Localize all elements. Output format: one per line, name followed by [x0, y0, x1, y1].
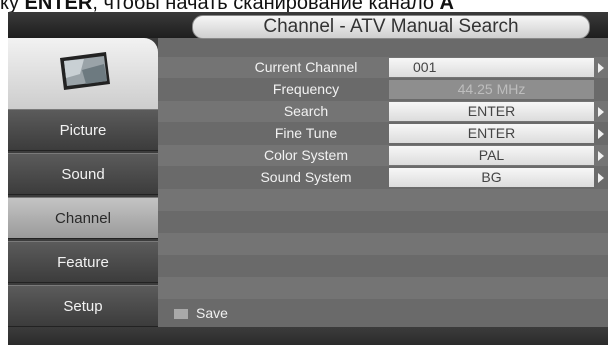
tv-osd-screen: Channel - ATV Manual Search Picture Soun… — [8, 12, 608, 345]
sidebar-item-channel[interactable]: Channel — [8, 197, 158, 239]
current-channel-row[interactable]: Current Channel 001 — [158, 57, 608, 78]
search-row[interactable]: Search ENTER — [158, 101, 608, 122]
chevron-right-icon[interactable] — [598, 129, 604, 139]
page-title: Channel - ATV Manual Search — [192, 15, 590, 39]
fine-tune-label: Fine Tune — [274, 125, 338, 141]
title-bar: Channel - ATV Manual Search — [8, 12, 608, 39]
sidebar-item-sound[interactable]: Sound — [8, 153, 158, 195]
color-system-label: Color System — [263, 147, 349, 163]
chevron-right-icon[interactable] — [598, 173, 604, 183]
current-channel-label: Current Channel — [254, 59, 358, 75]
save-square-icon — [174, 309, 188, 320]
tv-picture-icon — [60, 52, 110, 90]
chevron-right-icon[interactable] — [598, 63, 604, 73]
sound-system-value[interactable]: BG — [389, 168, 594, 187]
bottom-bar — [8, 327, 608, 345]
sidebar-header — [8, 38, 158, 109]
sidebar-item-setup[interactable]: Setup — [8, 285, 158, 327]
color-system-value[interactable]: PAL — [389, 146, 594, 165]
frequency-label: Frequency — [272, 81, 340, 97]
fine-tune-value[interactable]: ENTER — [389, 124, 594, 143]
sound-system-label: Sound System — [260, 169, 352, 185]
sidebar-item-feature[interactable]: Feature — [8, 241, 158, 283]
chevron-right-icon[interactable] — [598, 107, 604, 117]
empty-row — [158, 189, 608, 211]
save-label: Save — [196, 305, 228, 321]
color-system-row[interactable]: Color System PAL — [158, 145, 608, 166]
sidebar: Picture Sound Channel Feature Setup — [8, 38, 158, 327]
search-label: Search — [283, 103, 329, 119]
settings-panel: Current Channel 001 Frequency 44.25 MHz … — [158, 38, 608, 327]
search-value[interactable]: ENTER — [389, 102, 594, 121]
chevron-right-icon[interactable] — [598, 151, 604, 161]
sidebar-item-picture[interactable]: Picture — [8, 109, 158, 151]
empty-row — [158, 233, 608, 255]
sound-system-row[interactable]: Sound System BG — [158, 167, 608, 188]
frequency-value: 44.25 MHz — [389, 80, 594, 99]
frequency-row: Frequency 44.25 MHz — [158, 79, 608, 100]
current-channel-value[interactable]: 001 — [389, 58, 594, 77]
save-button[interactable]: Save — [174, 305, 228, 321]
fine-tune-row[interactable]: Fine Tune ENTER — [158, 123, 608, 144]
empty-row — [158, 277, 608, 299]
